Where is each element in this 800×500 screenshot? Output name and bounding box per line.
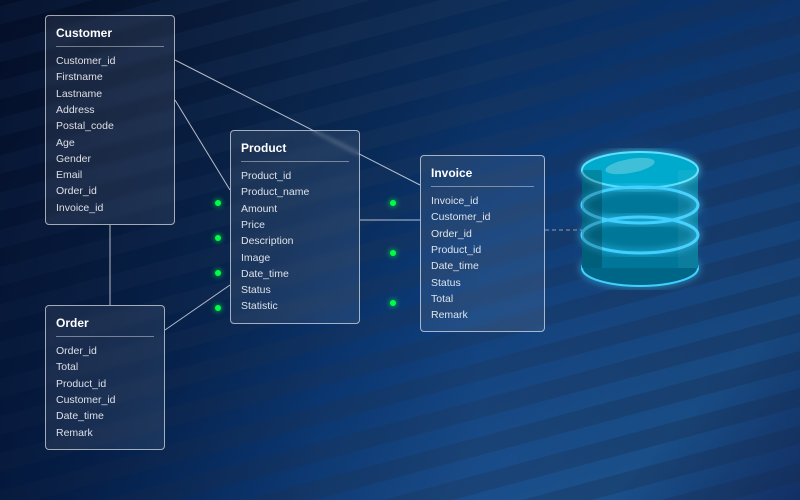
invoice-table: Invoice Invoice_id Customer_id Order_id …: [420, 155, 545, 332]
invoice-field-4: Product_id: [431, 242, 534, 258]
customer-field-8: Email: [56, 167, 164, 183]
product-field-7: Date_time: [241, 266, 349, 282]
customer-field-6: Age: [56, 135, 164, 151]
order-table: Order Order_id Total Product_id Customer…: [45, 305, 165, 450]
order-field-5: Date_time: [56, 408, 154, 424]
customer-field-4: Address: [56, 102, 164, 118]
order-field-4: Customer_id: [56, 392, 154, 408]
invoice-field-5: Date_time: [431, 258, 534, 274]
product-field-6: Image: [241, 250, 349, 266]
product-field-3: Amount: [241, 201, 349, 217]
order-field-2: Total: [56, 359, 154, 375]
invoice-field-8: Remark: [431, 307, 534, 323]
customer-field-5: Postal_code: [56, 118, 164, 134]
invoice-field-6: Status: [431, 275, 534, 291]
customer-table: Customer Customer_id Firstname Lastname …: [45, 15, 175, 225]
product-field-5: Description: [241, 233, 349, 249]
product-table-title: Product: [241, 139, 349, 162]
invoice-field-2: Customer_id: [431, 209, 534, 225]
product-field-4: Price: [241, 217, 349, 233]
product-field-8: Status: [241, 282, 349, 298]
customer-field-1: Customer_id: [56, 53, 164, 69]
customer-field-7: Gender: [56, 151, 164, 167]
product-table: Product Product_id Product_name Amount P…: [230, 130, 360, 324]
order-table-title: Order: [56, 314, 154, 337]
customer-field-9: Order_id: [56, 183, 164, 199]
product-field-1: Product_id: [241, 168, 349, 184]
customer-field-3: Lastname: [56, 86, 164, 102]
order-field-3: Product_id: [56, 376, 154, 392]
invoice-field-3: Order_id: [431, 226, 534, 242]
customer-field-10: Invoice_id: [56, 200, 164, 216]
product-field-2: Product_name: [241, 184, 349, 200]
product-field-9: Statistic: [241, 298, 349, 314]
database-icon: [560, 120, 720, 300]
customer-table-title: Customer: [56, 24, 164, 47]
customer-field-2: Firstname: [56, 69, 164, 85]
invoice-field-7: Total: [431, 291, 534, 307]
invoice-table-title: Invoice: [431, 164, 534, 187]
order-field-1: Order_id: [56, 343, 154, 359]
order-field-6: Remark: [56, 425, 154, 441]
invoice-field-1: Invoice_id: [431, 193, 534, 209]
diagram-content: Customer Customer_id Firstname Lastname …: [0, 0, 800, 500]
